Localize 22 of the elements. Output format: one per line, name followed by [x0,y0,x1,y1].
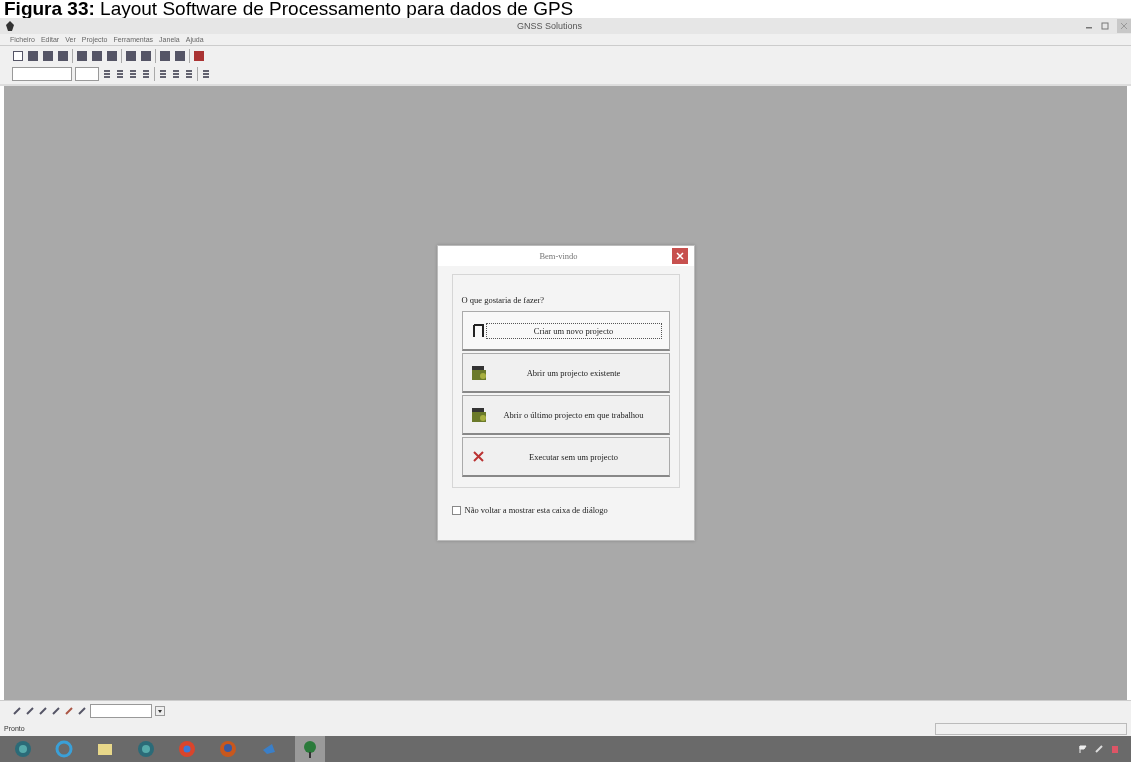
option-button[interactable]: Criar um novo projecto [461,311,670,351]
figure-caption: Figura 33: Layout Software de Processamento para dados de GPS [4,0,574,19]
font-field[interactable] [12,67,72,81]
folder-icon [470,406,487,423]
flag-icon[interactable] [1079,745,1087,753]
option-button[interactable]: Abrir um projecto existente [461,353,670,393]
new-file-icon[interactable] [12,50,24,62]
option-button[interactable]: Executar sem um projecto [461,437,670,477]
dropdown-icon[interactable] [155,706,165,716]
window-title: GNSS Solutions [516,21,583,31]
checkbox-label: Não voltar a mostrar esta caixa de diálogo [464,505,608,515]
checkbox[interactable] [451,505,461,515]
prompt-text: O que gostaria de fazer? [461,295,546,305]
close-icon [675,252,684,260]
size-field[interactable] [75,67,99,81]
app-icon [6,21,14,31]
layer-field[interactable] [90,704,152,718]
dialog-title: Bem-vindo [538,251,579,261]
close-button[interactable] [671,248,688,264]
option-button[interactable]: Abrir o último projecto em que trabalhou [461,395,670,435]
folder-icon [470,364,487,381]
page-icon [470,322,487,339]
